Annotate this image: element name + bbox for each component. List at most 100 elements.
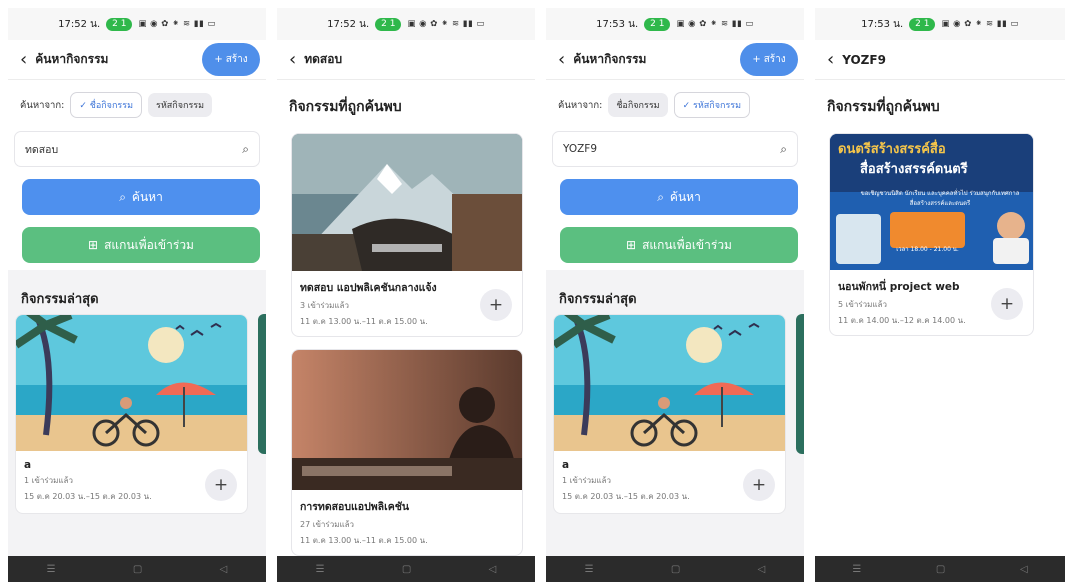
create-button-label: สร้าง [225,54,248,65]
chip-activity-code[interactable]: รหัสกิจกรรม [148,93,213,117]
search-input[interactable]: YOZF9 ⌕ [552,131,798,167]
search-input-value: ทดสอบ [25,143,59,156]
create-button[interactable]: + สร้าง [202,43,260,76]
back-icon[interactable]: ◁ [1020,564,1028,575]
card-body: a 1 เข้าร่วมแล้ว 15 ต.ค 20.03 น.–15 ต.ค … [554,451,785,511]
back-icon[interactable]: ◁ [489,564,497,575]
status-bar: 17:52 น. 2 1 ▣ ◉ ✿ ⁕ ≋ ▮▮ ▭ [277,8,535,40]
home-icon[interactable]: ▢ [133,564,142,575]
back-icon[interactable]: ◁ [758,564,766,575]
search-icon: ⌕ [242,141,249,156]
status-bar: 17:52 น. 2 1 ▣ ◉ ✿ ⁕ ≋ ▮▮ ▭ [8,8,266,40]
scan-button-label: สแกนเพื่อเข้าร่วม [642,237,732,252]
status-bar: 17:53 น. 2 1 ▣ ◉ ✿ ⁕ ≋ ▮▮ ▭ [815,8,1065,40]
search-from-label: ค้นหาจาก: [558,99,603,111]
chip-activity-name[interactable]: ✓ ชื่อกิจกรรม [70,92,143,118]
phone-screen-code-result: 17:53 น. 2 1 ▣ ◉ ✿ ⁕ ≋ ▮▮ ▭ ‹ YOZF9 กิจก… [815,8,1065,582]
card-date: 11 ต.ค 13.00 น.–11 ต.ค 15.00 น. [300,536,428,545]
back-chevron-icon[interactable]: ‹ [558,50,565,69]
activity-poster: ดนตรีสร้างสรรค์สื่อ สื่อสร้างสรรค์ดนตรี … [830,134,1033,270]
search-from-label: ค้นหาจาก: [20,99,65,111]
status-pill: 2 1 [375,17,402,31]
poster-invite-text: ขอเชิญชวนนิสิต นักเรียน และบุคคลทั่วไป ร… [860,190,1020,207]
activity-image [292,350,522,490]
page-title: ค้นหากิจกรรม [35,52,109,66]
status-time: 17:53 น. [596,18,639,30]
home-icon[interactable]: ▢ [671,564,680,575]
plus-icon: + [999,294,1015,314]
menu-icon[interactable]: ☰ [852,564,861,575]
qr-scan-icon: ⊞ [88,238,99,252]
search-input[interactable]: ทดสอบ ⌕ [14,131,260,167]
status-icons: ▣ ◉ ✿ ⁕ ≋ ▮▮ ▭ [138,19,216,29]
plus-icon: + [213,475,229,495]
search-icon: ⌕ [780,141,787,156]
screenshot-collage: 17:52 น. 2 1 ▣ ◉ ✿ ⁕ ≋ ▮▮ ▭ ‹ ค้นหากิจกร… [0,0,1065,582]
plus-icon: + [214,54,223,65]
page-title: YOZF9 [842,52,886,67]
menu-icon[interactable]: ☰ [316,564,325,575]
scan-join-button[interactable]: ⊞ สแกนเพื่อเข้าร่วม [22,227,260,263]
back-chevron-icon[interactable]: ‹ [827,50,834,69]
join-plus-button[interactable]: + [205,469,237,501]
scan-join-button[interactable]: ⊞ สแกนเพื่อเข้าร่วม [560,227,798,263]
scan-button-label: สแกนเพื่อเข้าร่วม [104,237,194,252]
next-card-peek[interactable] [258,314,266,454]
search-icon: ⌕ [119,189,126,204]
app-header: ‹ ทดสอบ [277,40,535,80]
result-card[interactable]: ทดสอบ แอปพลิเคชันกลางแจ้ง 3 เข้าร่วมแล้ว… [291,133,523,337]
menu-icon[interactable]: ☰ [47,564,56,575]
back-chevron-icon[interactable]: ‹ [289,50,296,69]
qr-scan-icon: ⊞ [626,238,637,252]
status-time: 17:52 น. [58,18,101,30]
result-card[interactable]: ดนตรีสร้างสรรค์สื่อ สื่อสร้างสรรค์ดนตรี … [829,133,1034,336]
recent-activity-card[interactable]: a 1 เข้าร่วมแล้ว 15 ต.ค 20.03 น.–15 ต.ค … [553,314,786,514]
poster-headline: ดนตรีสร้างสรรค์สื่อ [838,142,946,157]
result-card[interactable]: การทดสอบแอปพลิเคชัน 27 เข้าร่วมแล้ว 11 ต… [291,349,523,556]
next-card-peek[interactable] [796,314,804,454]
create-button[interactable]: + สร้าง [740,43,798,76]
back-icon[interactable]: ◁ [220,564,228,575]
search-button-label: ค้นหา [131,189,163,204]
status-time: 17:52 น. [327,18,370,30]
poster-subheadline: สื่อสร้างสรรค์ดนตรี [860,162,968,177]
chip-activity-name[interactable]: ชื่อกิจกรรม [608,93,668,117]
status-bar: 17:53 น. 2 1 ▣ ◉ ✿ ⁕ ≋ ▮▮ ▭ [546,8,804,40]
activity-image [16,315,247,451]
search-button[interactable]: ⌕ ค้นหา [22,179,260,215]
plus-icon: + [751,475,767,495]
android-nav-bar: ☰ ▢ ◁ [8,556,266,582]
page-title: ค้นหากิจกรรม [573,52,647,66]
recent-title: กิจกรรมล่าสุด [559,292,637,307]
home-icon[interactable]: ▢ [936,564,945,575]
join-plus-button[interactable]: + [480,289,512,321]
status-time: 17:53 น. [861,18,904,30]
search-button[interactable]: ⌕ ค้นหา [560,179,798,215]
recent-activity-card[interactable]: a 1 เข้าร่วมแล้ว 15 ต.ค 20.03 น.–15 ต.ค … [15,314,248,514]
menu-icon[interactable]: ☰ [585,564,594,575]
chip-label: ชื่อกิจกรรม [616,101,660,111]
card-date: 11 ต.ค 13.00 น.–11 ต.ค 15.00 น. [300,317,428,326]
card-body: ทดสอบ แอปพลิเคชันกลางแจ้ง 3 เข้าร่วมแล้ว… [292,271,522,336]
card-body: a 1 เข้าร่วมแล้ว 15 ต.ค 20.03 น.–15 ต.ค … [16,451,247,511]
app-header: ‹ YOZF9 [815,40,1065,80]
status-icons: ▣ ◉ ✿ ⁕ ≋ ▮▮ ▭ [407,19,485,29]
home-icon[interactable]: ▢ [402,564,411,575]
status-pill: 2 1 [909,17,936,31]
check-icon: ✓ [79,101,90,111]
card-title: a [562,459,570,471]
recent-title: กิจกรรมล่าสุด [21,292,99,307]
card-title: a [24,459,32,471]
check-icon: ✓ [682,101,694,111]
android-nav-bar: ☰ ▢ ◁ [546,556,804,582]
card-body: การทดสอบแอปพลิเคชัน 27 เข้าร่วมแล้ว 11 ต… [292,490,522,555]
join-plus-button[interactable]: + [991,288,1023,320]
chip-activity-code[interactable]: ✓ รหัสกิจกรรม [673,92,751,118]
card-body: นอนพักหนึ่ project web 5 เข้าร่วมแล้ว 11… [830,270,1033,335]
app-header: ‹ ค้นหากิจกรรม + สร้าง [8,40,266,80]
search-mode-row: ค้นหาจาก: ✓ ชื่อกิจกรรม รหัสกิจกรรม [8,80,266,118]
results-title: กิจกรรมที่ถูกค้นพบ [827,99,940,115]
join-plus-button[interactable]: + [743,469,775,501]
chip-label: ชื่อกิจกรรม [89,101,134,111]
back-chevron-icon[interactable]: ‹ [20,50,27,69]
